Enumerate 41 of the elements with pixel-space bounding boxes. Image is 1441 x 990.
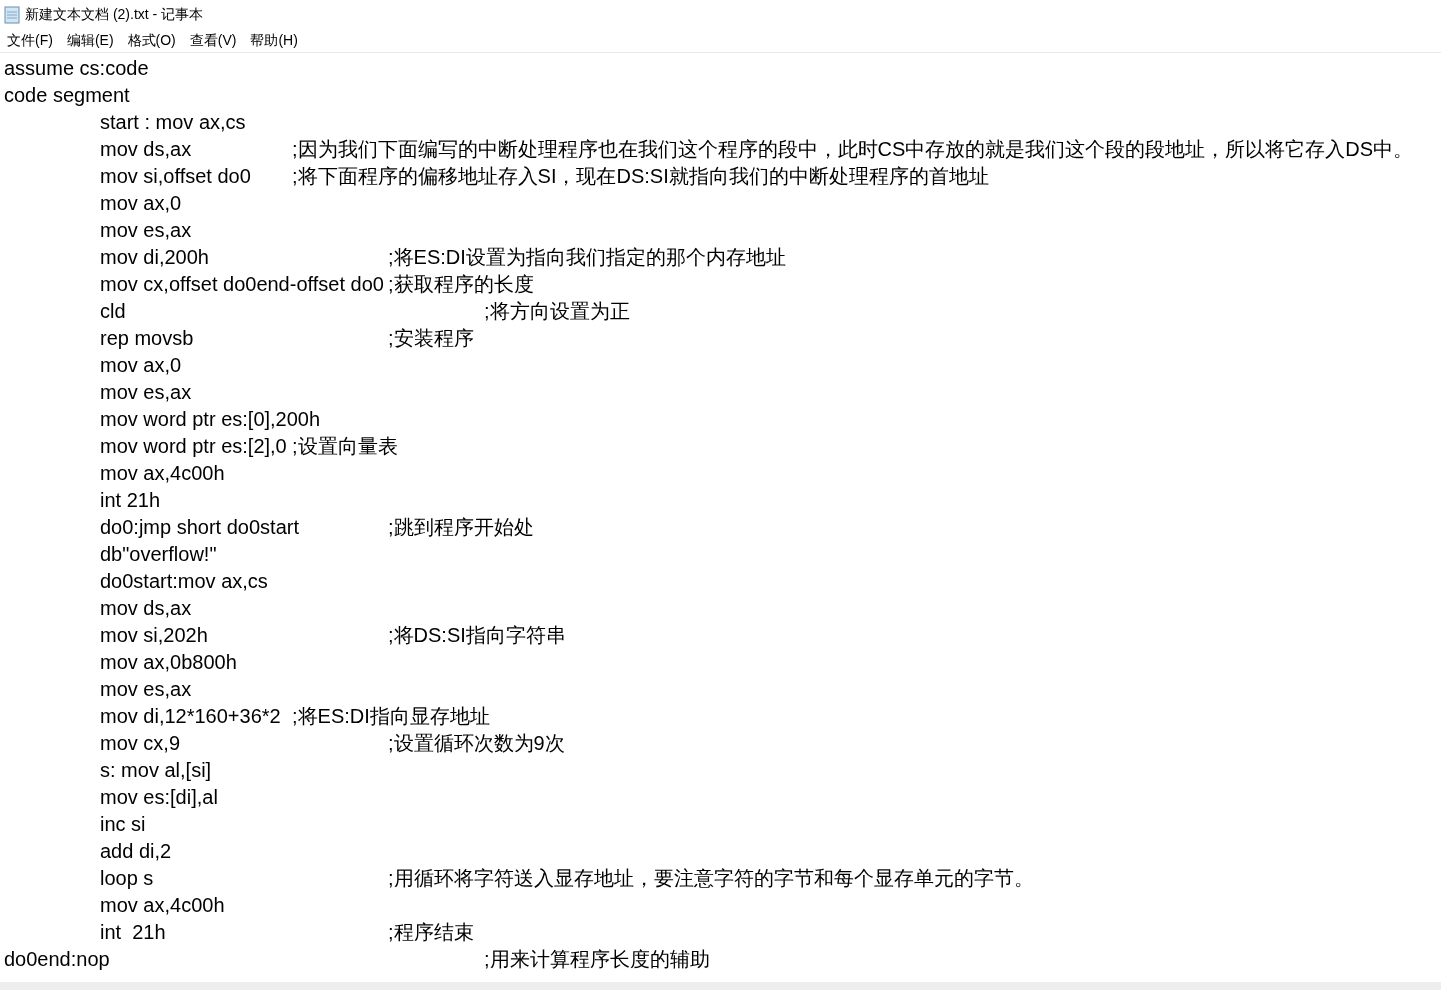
- code-line: mov es:[di],al: [99, 785, 219, 810]
- code-line: mov es,ax: [99, 677, 193, 702]
- menu-item[interactable]: 文件(F): [7, 32, 53, 50]
- code-line: int 21h ;程序结束: [99, 920, 475, 945]
- code-line: mov di,200h ;将ES:DI设置为指向我们指定的那个内存地址: [99, 245, 787, 270]
- code-line: loop s ;用循环将字符送入显存地址，要注意字符的字节和每个显存单元的字节。: [99, 866, 1035, 891]
- code-line: mov ax,0: [99, 353, 183, 378]
- menu-item[interactable]: 编辑(E): [66, 32, 114, 50]
- code-line: mov word ptr es:[0],200h: [99, 407, 322, 432]
- code-line: s: mov al,[si]: [99, 758, 213, 783]
- code-line: assume cs:code: [4, 56, 150, 81]
- menu-item[interactable]: 查看(V): [189, 32, 237, 50]
- code-line: do0:jmp short do0start ;跳到程序开始处: [99, 515, 535, 540]
- code-line: mov ax,0b800h: [99, 650, 238, 675]
- code-line: mov ax,4c00h: [99, 461, 226, 486]
- code-line: do0start:mov ax,cs: [99, 569, 269, 594]
- code-line: mov ax,0: [99, 191, 183, 216]
- code-line: mov si,offset do0 ;将下面程序的偏移地址存入SI，现在DS:SI就指向我们的中断处理程序的首地址: [99, 164, 990, 189]
- code-line: mov cx,9 ;设置循环次数为9次: [99, 731, 566, 756]
- code-line: mov ds,ax ;因为我们下面编写的中断处理程序也在我们这个程序的段中，此时CS中存放的就是我们这个段的段地址，所以将它存入DS中。: [99, 137, 1415, 162]
- code-line: cld ;将方向设置为正: [99, 299, 631, 324]
- code-line: mov es,ax: [99, 218, 193, 243]
- code-line: db"overflow!": [99, 542, 218, 567]
- code-line: mov di,12*160+36*2 ;将ES:DI指向显存地址: [99, 704, 491, 729]
- code-line: rep movsb ;安装程序: [99, 326, 475, 351]
- code-line: mov ax,4c00h: [99, 893, 226, 918]
- code-line: do0end:nop ;用来计算程序长度的辅助: [4, 947, 711, 972]
- window-title: 新建文本文档 (2).txt - 记事本: [25, 6, 204, 24]
- code-line: code segment: [4, 83, 131, 108]
- notepad-icon: [4, 6, 20, 24]
- code-line: mov ds,ax: [99, 596, 193, 621]
- code-line: start : mov ax,cs: [99, 110, 247, 135]
- code-line: mov si,202h ;将DS:SI指向字符串: [99, 623, 567, 648]
- code-line: add di,2: [99, 839, 173, 864]
- menu-item[interactable]: 格式(O): [127, 32, 176, 50]
- code-line: mov cx,offset do0end-offset do0 ;获取程序的长度: [99, 272, 535, 297]
- code-line: mov word ptr es:[2],0 ;设置向量表: [99, 434, 399, 459]
- code-line: mov es,ax: [99, 380, 193, 405]
- menu-item[interactable]: 帮助(H): [250, 32, 298, 50]
- code-line: int 21h: [99, 488, 162, 513]
- code-line: inc si: [99, 812, 147, 837]
